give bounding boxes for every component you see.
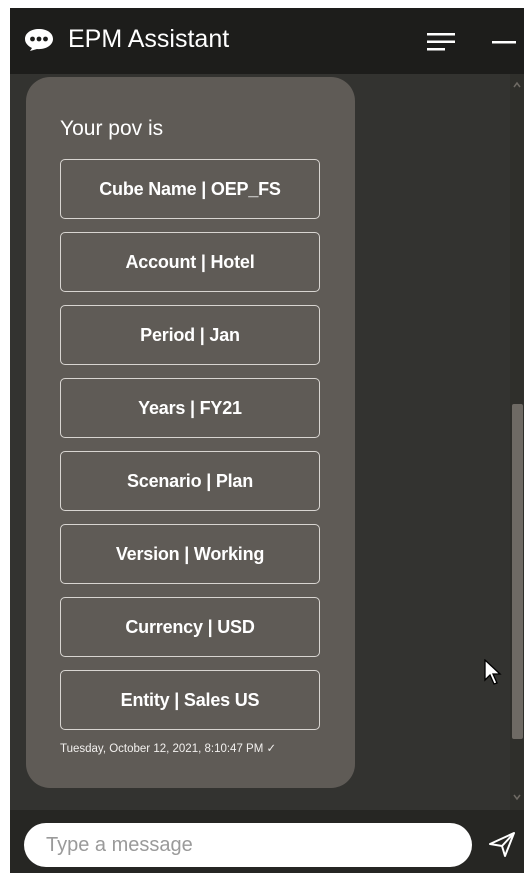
- pov-button-account[interactable]: Account | Hotel: [60, 232, 320, 292]
- message-timestamp: Tuesday, October 12, 2021, 8:10:47 PM ✓: [60, 743, 277, 755]
- app-title: EPM Assistant: [68, 25, 230, 53]
- message-text: Your pov is: [60, 117, 164, 140]
- hamburger-menu-icon[interactable]: [424, 30, 458, 54]
- mouse-cursor-icon: [484, 659, 502, 685]
- pov-button-version[interactable]: Version | Working: [60, 524, 320, 584]
- pov-button-period[interactable]: Period | Jan: [60, 305, 320, 365]
- bot-message-bubble: Your pov is Cube Name | OEP_FS Account |…: [26, 77, 355, 788]
- pov-button-entity[interactable]: Entity | Sales US: [60, 670, 320, 730]
- footer: [10, 810, 524, 873]
- chat-window: EPM Assistant Your pov is Cube Name | OE…: [10, 8, 524, 873]
- pov-button-years[interactable]: Years | FY21: [60, 378, 320, 438]
- background-strip: [0, 0, 10, 873]
- chat-area: Your pov is Cube Name | OEP_FS Account |…: [10, 74, 524, 810]
- scrollbar-thumb[interactable]: [512, 404, 523, 739]
- scroll-up-icon[interactable]: [513, 80, 521, 90]
- header: EPM Assistant: [10, 8, 524, 74]
- pov-button-scenario[interactable]: Scenario | Plan: [60, 451, 320, 511]
- scroll-down-icon[interactable]: [513, 792, 521, 802]
- message-input[interactable]: [24, 823, 472, 867]
- send-icon[interactable]: [487, 829, 517, 859]
- pov-button-currency[interactable]: Currency | USD: [60, 597, 320, 657]
- pov-button-cube-name[interactable]: Cube Name | OEP_FS: [60, 159, 320, 219]
- chat-bubble-icon: [25, 29, 53, 51]
- minimize-icon[interactable]: [488, 30, 518, 54]
